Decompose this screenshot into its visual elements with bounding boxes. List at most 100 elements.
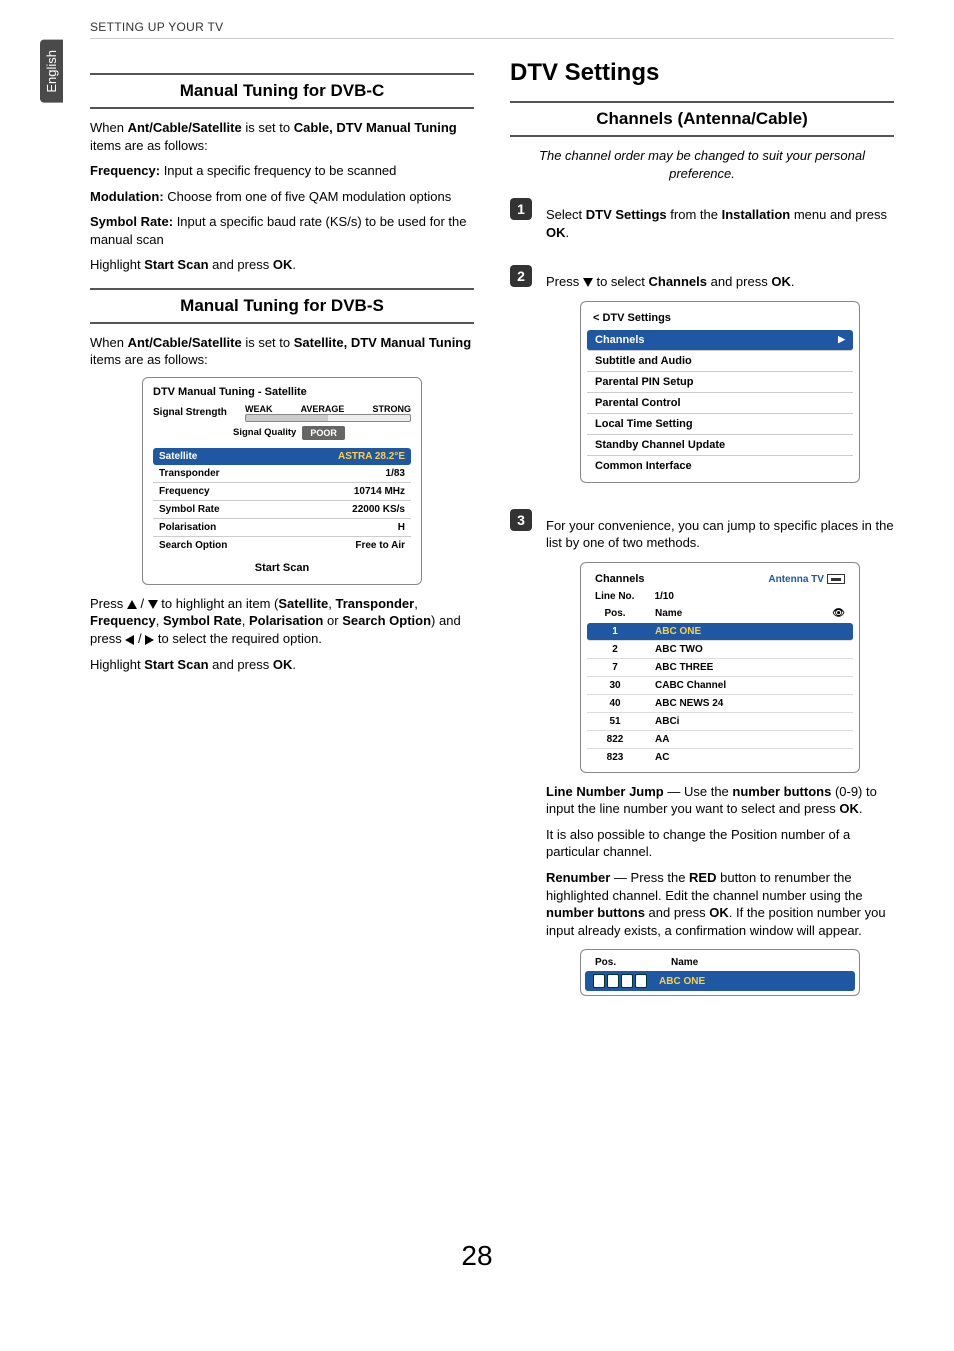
pos: 2 xyxy=(595,644,635,655)
text: When xyxy=(90,120,128,135)
osd-key: Frequency xyxy=(159,486,210,497)
text: is set to xyxy=(242,120,294,135)
digit-boxes xyxy=(593,974,647,988)
text: Press xyxy=(546,274,583,289)
menu-item: Subtitle and Audio xyxy=(587,351,853,372)
text: Highlight xyxy=(90,257,144,272)
osd-val: 10714 MHz xyxy=(354,486,405,497)
osd-row-polarisation: PolarisationH xyxy=(153,519,411,537)
term: RED xyxy=(689,870,716,885)
down-arrow-icon xyxy=(148,600,158,609)
start-scan-hint-2: Highlight Start Scan and press OK. xyxy=(90,656,474,674)
step-3-text: For your convenience, you can jump to sp… xyxy=(546,517,894,552)
text: . xyxy=(566,225,570,240)
menu-item: Parental Control xyxy=(587,393,853,414)
text-bold: Cable, DTV Manual Tuning xyxy=(294,120,457,135)
signal-quality-row: Signal Quality POOR xyxy=(233,426,411,440)
term: OK xyxy=(709,905,729,920)
text-bold: OK xyxy=(771,274,791,289)
dvbc-intro: When Ant/Cable/Satellite is set to Cable… xyxy=(90,119,474,154)
text: is set to xyxy=(242,335,294,350)
pos-name-header: Pos.Name 👁 xyxy=(587,604,853,623)
osd-val: 22000 KS/s xyxy=(352,504,405,515)
text: . xyxy=(791,274,795,289)
osd-channels-title: Channels xyxy=(595,573,645,585)
renum-row: ABC ONE xyxy=(585,971,855,991)
digit-box xyxy=(607,974,619,988)
text: Highlight xyxy=(90,657,144,672)
pos: 823 xyxy=(595,752,635,763)
up-arrow-icon xyxy=(127,600,137,609)
tag-strong: STRONG xyxy=(372,404,411,414)
text: and press xyxy=(707,274,771,289)
text: — Use the xyxy=(664,784,733,799)
text: and press xyxy=(209,257,273,272)
term: Line Number Jump xyxy=(546,784,664,799)
tv-icon xyxy=(827,574,845,584)
text: Press xyxy=(90,596,127,611)
step-3-row: 3 For your convenience, you can jump to … xyxy=(510,509,894,1006)
signal-quality-badge: POOR xyxy=(302,426,345,440)
name-header: Name xyxy=(655,608,682,619)
item: Polarisation xyxy=(249,613,323,628)
osd-title: DTV Manual Tuning - Satellite xyxy=(153,386,411,398)
osd-channels-box: Channels Antenna TV Line No. 1/10 Pos.Na… xyxy=(580,562,860,773)
intro-note: The channel order may be changed to suit… xyxy=(510,147,894,182)
step-1-row: 1 Select DTV Settings from the Installat… xyxy=(510,198,894,249)
step-1-text: Select DTV Settings from the Installatio… xyxy=(546,206,894,241)
signal-strength-label: Signal Strength xyxy=(153,407,239,418)
osd-row-satellite: SatelliteASTRA 28.2°E xyxy=(153,448,411,465)
text-bold: OK xyxy=(273,257,293,272)
channel-name: ABCi xyxy=(655,716,679,727)
term: Renumber xyxy=(546,870,610,885)
channel-name: ABC ONE xyxy=(659,976,705,987)
right-arrow-icon xyxy=(145,635,154,645)
channel-name: ABC TWO xyxy=(655,644,703,655)
item: Satellite xyxy=(278,596,328,611)
osd-row-searchoption: Search OptionFree to Air xyxy=(153,537,411,554)
osd-val: Free to Air xyxy=(355,540,405,551)
channel-row: 823AC xyxy=(587,749,853,766)
chevron-right-icon: ▶ xyxy=(838,334,845,346)
term: number buttons xyxy=(546,905,645,920)
osd-key: Polarisation xyxy=(159,522,216,533)
signal-quality-label: Signal Quality xyxy=(233,427,296,438)
language-tab: English xyxy=(40,40,63,103)
text-bold: OK xyxy=(273,657,293,672)
text: Select xyxy=(546,207,586,222)
heading-channels: Channels (Antenna/Cable) xyxy=(510,101,894,137)
page-title-dtv: DTV Settings xyxy=(510,59,894,87)
renum-header: Pos. Name xyxy=(585,954,855,971)
channel-row: 40ABC NEWS 24 xyxy=(587,695,853,713)
text: to select the required option. xyxy=(154,631,322,646)
pos: 51 xyxy=(595,716,635,727)
menu-item: Local Time Setting xyxy=(587,414,853,435)
channel-name: ABC ONE xyxy=(655,626,701,637)
symbolrate-desc: Symbol Rate: Input a specific baud rate … xyxy=(90,213,474,248)
osd-row-transponder: Transponder1/83 xyxy=(153,465,411,483)
field-label: Frequency: xyxy=(90,163,160,178)
osd-row-symbolrate: Symbol Rate22000 KS/s xyxy=(153,501,411,519)
term: OK xyxy=(839,801,859,816)
line-number-jump-para2: It is also possible to change the Positi… xyxy=(546,826,894,861)
tag-weak: WEAK xyxy=(245,404,273,414)
text: or xyxy=(323,613,342,628)
step-2-text: Press to select Channels and press OK. xyxy=(546,273,894,291)
osd-key: Satellite xyxy=(159,451,197,462)
text: / xyxy=(137,596,148,611)
channel-row: 2 ABC TWO xyxy=(587,641,853,659)
modulation-desc: Modulation: Choose from one of five QAM … xyxy=(90,188,474,206)
menu-item: Common Interface xyxy=(587,456,853,476)
start-scan-hint-1: Highlight Start Scan and press OK. xyxy=(90,256,474,274)
pos: 1 xyxy=(595,626,635,637)
line-no-value: 1/10 xyxy=(654,591,673,602)
channel-row: 7ABC THREE xyxy=(587,659,853,677)
step-number-3: 3 xyxy=(510,509,532,531)
signal-strength-row: Signal Strength WEAK AVERAGE STRONG xyxy=(153,404,411,422)
dvbs-intro: When Ant/Cable/Satellite is set to Satel… xyxy=(90,334,474,369)
text: . xyxy=(859,801,863,816)
text: . xyxy=(292,657,296,672)
osd-menu-title: < DTV Settings xyxy=(593,312,847,324)
item: Search Option xyxy=(342,613,431,628)
pos: 822 xyxy=(595,734,635,745)
